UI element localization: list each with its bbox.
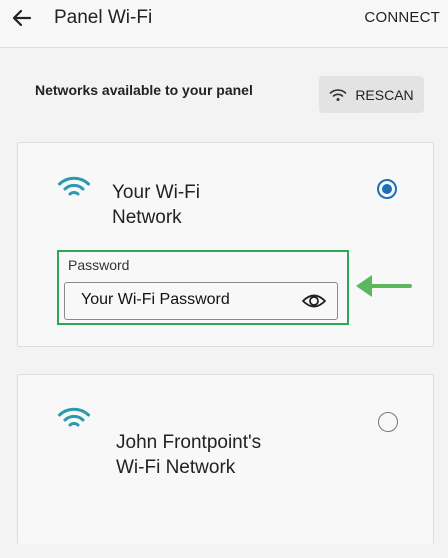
app-bar: Panel Wi-Fi CONNECT bbox=[0, 0, 448, 48]
eye-icon[interactable] bbox=[301, 291, 327, 311]
password-label: Password bbox=[68, 257, 130, 273]
wifi-icon bbox=[57, 407, 91, 436]
network-radio-selected[interactable] bbox=[377, 179, 397, 199]
password-field[interactable]: Your Wi-Fi Password bbox=[64, 282, 338, 320]
network-radio-unselected[interactable] bbox=[378, 412, 398, 432]
network-name: John Frontpoint's Wi-Fi Network bbox=[116, 432, 262, 478]
wifi-icon bbox=[329, 88, 347, 102]
connect-button[interactable]: CONNECT bbox=[364, 9, 440, 26]
page-title: Panel Wi-Fi bbox=[54, 7, 153, 28]
panel-wifi-screen: Panel Wi-Fi CONNECT Networks available t… bbox=[0, 0, 448, 558]
rescan-button[interactable]: RESCAN bbox=[319, 76, 424, 113]
rescan-label: RESCAN bbox=[355, 86, 414, 103]
network-name: Your Wi-Fi Network bbox=[112, 182, 200, 228]
wifi-icon bbox=[57, 176, 91, 205]
networks-section-label: Networks available to your panel bbox=[35, 82, 253, 98]
pointer-arrow-icon bbox=[354, 272, 412, 300]
password-value: Your Wi-Fi Password bbox=[81, 291, 230, 308]
arrow-left-icon[interactable] bbox=[8, 4, 36, 32]
